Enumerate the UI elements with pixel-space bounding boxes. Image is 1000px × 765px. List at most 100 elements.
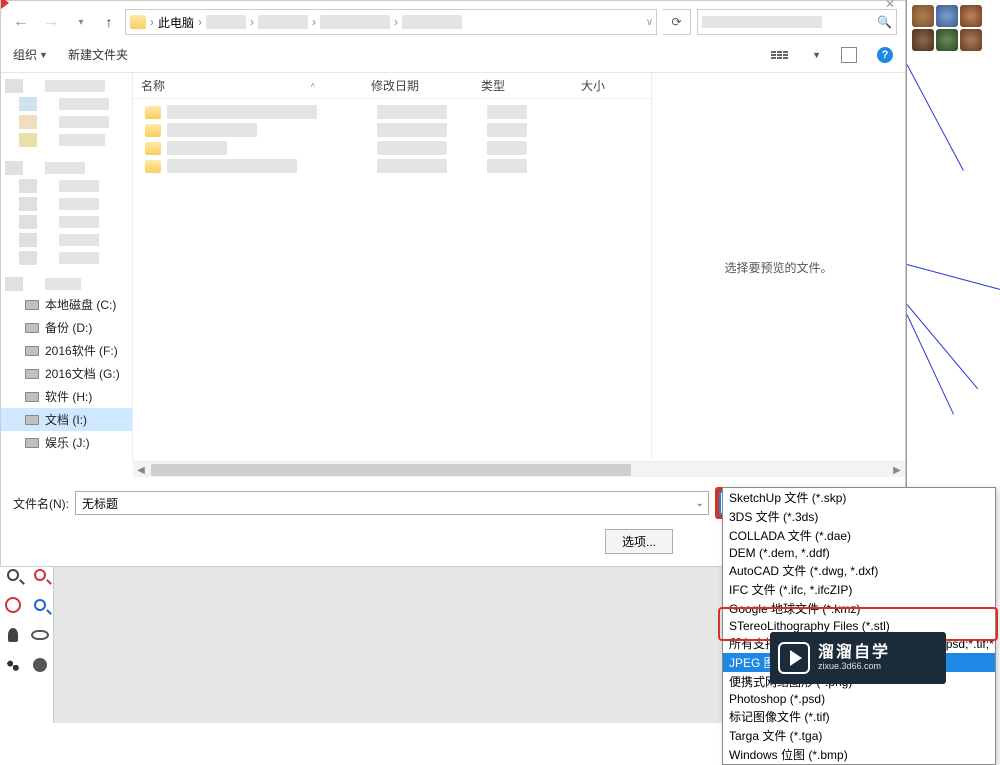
file-name-blur	[167, 141, 227, 155]
file-rows	[133, 99, 651, 461]
preview-pane: 选择要预览的文件。	[651, 73, 905, 461]
new-folder-button[interactable]: 新建文件夹	[68, 46, 128, 63]
file-type-blur	[487, 159, 527, 173]
drive-icon	[25, 392, 39, 402]
file-type-blur	[487, 105, 527, 119]
palette-icon[interactable]	[960, 29, 982, 51]
filetype-option[interactable]: DEM (*.dem, *.ddf)	[723, 545, 995, 561]
tool-eye[interactable]	[27, 620, 54, 650]
search-input[interactable]: 🔍	[697, 9, 897, 35]
file-save-dialog: ✕ ← → ▾ ↑ › 此电脑 › › › › v ⟳ 🔍	[0, 0, 906, 567]
close-icon[interactable]: ✕	[885, 0, 895, 11]
horizontal-scrollbar[interactable]: ◀ ▶	[133, 461, 905, 477]
nav-up-button[interactable]: ↑	[99, 12, 119, 32]
filetype-option[interactable]: COLLADA 文件 (*.dae)	[723, 526, 995, 545]
tool-zoom-extents[interactable]	[27, 590, 54, 620]
scroll-right-button[interactable]: ▶	[889, 462, 905, 478]
drive-icon	[25, 323, 39, 333]
file-row[interactable]	[133, 157, 651, 175]
breadcrumb-root[interactable]: 此电脑	[158, 14, 194, 31]
tool-person[interactable]	[0, 620, 27, 650]
sidebar-drive[interactable]: 本地磁盘 (C:)	[1, 293, 132, 316]
file-name-blur	[167, 105, 317, 119]
sidebar-drive[interactable]: 文档 (I:)	[1, 408, 132, 431]
folder-icon	[145, 160, 161, 173]
filename-label: 文件名(N):	[13, 495, 69, 512]
preview-hint: 选择要预览的文件。	[724, 259, 832, 276]
filetype-option[interactable]: IFC 文件 (*.ifc, *.ifcZIP)	[723, 580, 995, 599]
refresh-button[interactable]: ⟳	[663, 9, 691, 35]
filetype-dropdown[interactable]: SketchUp 文件 (*.skp)3DS 文件 (*.3ds)COLLADA…	[722, 487, 996, 765]
palette-icon[interactable]	[912, 29, 934, 51]
tool-target[interactable]	[0, 590, 27, 620]
folder-icon	[145, 124, 161, 137]
file-date-blur	[377, 123, 447, 137]
sidebar-drive-label: 备份 (D:)	[45, 319, 92, 336]
filetype-option[interactable]: Windows 位图 (*.bmp)	[723, 745, 995, 764]
breadcrumb-segment-blur[interactable]	[402, 15, 462, 29]
file-row[interactable]	[133, 103, 651, 121]
file-list: 名称 ˄ 修改日期 类型 大小	[133, 73, 651, 461]
column-name-label: 名称	[141, 77, 165, 94]
options-button[interactable]: 选项...	[605, 529, 673, 554]
sidebar-drive[interactable]: 软件 (H:)	[1, 385, 132, 408]
nav-back-button[interactable]: ←	[9, 10, 33, 34]
sidebar-drive[interactable]: 2016软件 (F:)	[1, 339, 132, 362]
breadcrumb-sep: ›	[250, 15, 254, 29]
breadcrumb-sep: ›	[394, 15, 398, 29]
file-name-blur	[167, 159, 297, 173]
filetype-option[interactable]: Photoshop (*.psd)	[723, 691, 995, 707]
palette-icon[interactable]	[912, 5, 934, 27]
tool-look[interactable]	[27, 650, 54, 680]
filetype-option[interactable]: 3DS 文件 (*.3ds)	[723, 507, 995, 526]
filetype-option[interactable]: SketchUp 文件 (*.skp)	[723, 488, 995, 507]
nav-forward-button[interactable]: →	[39, 10, 63, 34]
palette-icon[interactable]	[960, 5, 982, 27]
file-date-blur	[377, 105, 447, 119]
breadcrumb-segment-blur[interactable]	[320, 15, 390, 29]
sidebar-drive[interactable]: 2016文档 (G:)	[1, 362, 132, 385]
watermark-text-cn: 溜溜自学	[818, 644, 890, 662]
organize-menu[interactable]: 组织 ▼	[13, 46, 48, 63]
dialog-body: 本地磁盘 (C:) 备份 (D:) 2016软件 (F:) 2016文档 (G:…	[1, 73, 905, 461]
view-mode-button[interactable]	[766, 45, 792, 65]
palette-icon[interactable]	[936, 29, 958, 51]
file-type-blur	[487, 123, 527, 137]
column-type-label: 类型	[481, 79, 505, 93]
palette-icon[interactable]	[936, 5, 958, 27]
help-button[interactable]: ?	[877, 47, 893, 63]
breadcrumb-segment-blur[interactable]	[258, 15, 308, 29]
chevron-down-icon: ▼	[39, 50, 48, 60]
filename-input[interactable]: 无标题 ⌄	[75, 491, 709, 515]
sidebar-drive[interactable]: 娱乐 (J:)	[1, 431, 132, 454]
drive-icon	[25, 438, 39, 448]
breadcrumb-dropdown-icon[interactable]: v	[647, 17, 652, 28]
scroll-left-button[interactable]: ◀	[133, 462, 149, 478]
breadcrumb[interactable]: › 此电脑 › › › › v	[125, 9, 657, 35]
breadcrumb-segment-blur[interactable]	[206, 15, 246, 29]
file-row[interactable]	[133, 121, 651, 139]
column-type[interactable]: 类型	[473, 77, 573, 94]
dialog-navbar: ← → ▾ ↑ › 此电脑 › › › › v ⟳ 🔍	[1, 5, 905, 41]
sidebar-drive-label: 文档 (I:)	[45, 411, 87, 428]
filetype-option[interactable]: Google 地球文件 (*.kmz)	[723, 599, 995, 618]
filetype-option[interactable]: Targa 文件 (*.tga)	[723, 726, 995, 745]
breadcrumb-sep: ›	[198, 15, 202, 29]
tool-walk[interactable]	[0, 650, 27, 680]
drive-icon	[25, 300, 39, 310]
filetype-option[interactable]: AutoCAD 文件 (*.dwg, *.dxf)	[723, 561, 995, 580]
view-mode-dropdown[interactable]: ▼	[812, 50, 821, 60]
filename-dropdown-icon[interactable]: ⌄	[696, 498, 704, 509]
scroll-thumb[interactable]	[151, 464, 631, 476]
drive-icon	[25, 346, 39, 356]
filetype-option[interactable]: 标记图像文件 (*.tif)	[723, 707, 995, 726]
nav-recent-dropdown[interactable]: ▾	[69, 10, 93, 34]
column-name[interactable]: 名称 ˄	[133, 77, 363, 94]
watermark-play-icon	[778, 642, 810, 674]
file-row[interactable]	[133, 139, 651, 157]
organize-label: 组织	[13, 46, 37, 63]
sidebar-drive[interactable]: 备份 (D:)	[1, 316, 132, 339]
preview-pane-toggle[interactable]	[841, 47, 857, 63]
column-date[interactable]: 修改日期	[363, 77, 473, 94]
column-size[interactable]: 大小	[573, 77, 633, 94]
